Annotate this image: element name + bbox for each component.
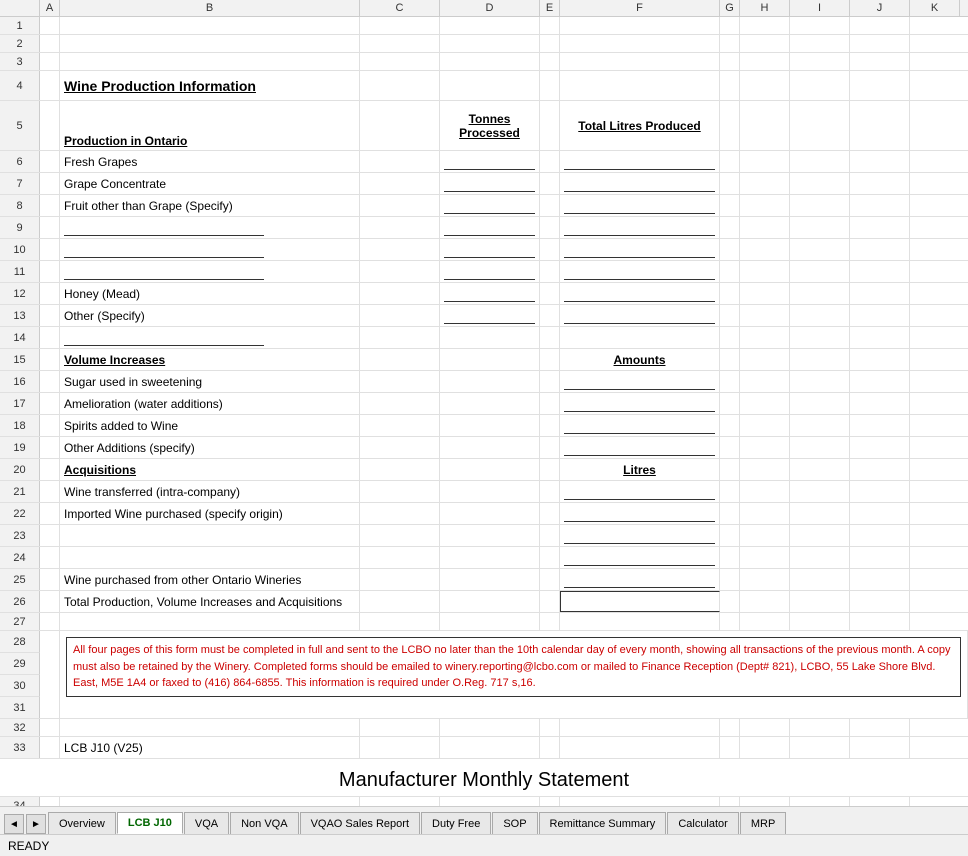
tab-overview[interactable]: Overview xyxy=(48,812,116,834)
table-row: 1 xyxy=(0,17,968,35)
fresh-grapes-label: Fresh Grapes xyxy=(60,151,360,172)
col-header-a: A xyxy=(40,0,60,16)
table-row: 11 xyxy=(0,261,968,283)
tab-non-vqa[interactable]: Non VQA xyxy=(230,812,298,834)
production-ontario-label: Production in Ontario xyxy=(60,101,360,150)
table-row: 4 Wine Production Information xyxy=(0,71,968,101)
tonnes-processed-label: Tonnes Processed xyxy=(440,101,540,150)
form-code-label: LCB J10 (V25) xyxy=(60,737,360,758)
notice-text: All four pages of this form must be comp… xyxy=(66,637,961,697)
table-row: 5 Production in Ontario Tonnes Processed… xyxy=(0,101,968,151)
table-row: 21 Wine transferred (intra-company) xyxy=(0,481,968,503)
amelioration-label: Amelioration (water additions) xyxy=(60,393,360,414)
col-header-k: K xyxy=(910,0,960,16)
tab-sop[interactable]: SOP xyxy=(492,812,537,834)
table-row: 26 Total Production, Volume Increases an… xyxy=(0,591,968,613)
table-row: 19 Other Additions (specify) xyxy=(0,437,968,459)
table-row: 24 xyxy=(0,547,968,569)
other-specify-label: Other (Specify) xyxy=(60,305,360,326)
status-text: READY xyxy=(8,839,49,853)
table-row: 20 Acquisitions Litres xyxy=(0,459,968,481)
table-row: 8 Fruit other than Grape (Specify) xyxy=(0,195,968,217)
wine-transferred-label: Wine transferred (intra-company) xyxy=(60,481,360,502)
column-headers: A B C D E F G H I J K xyxy=(0,0,968,17)
tab-mrp[interactable]: MRP xyxy=(740,812,786,834)
notice-row: 28 29 30 31 All four pages of this form … xyxy=(0,631,968,719)
rows-container: 1 2 3 4 Wine Production Informati xyxy=(0,17,968,806)
table-row: 33 LCB J10 (V25) xyxy=(0,737,968,759)
col-header-h: H xyxy=(740,0,790,16)
page-title: Wine Production Information xyxy=(64,78,256,94)
col-header-b: B xyxy=(60,0,360,16)
row-num-header xyxy=(0,0,40,16)
tab-duty-free[interactable]: Duty Free xyxy=(421,812,491,834)
table-row: 6 Fresh Grapes xyxy=(0,151,968,173)
imported-wine-label: Imported Wine purchased (specify origin) xyxy=(60,503,360,524)
table-row: 2 xyxy=(0,35,968,53)
table-row: 14 xyxy=(0,327,968,349)
total-production-label: Total Production, Volume Increases and A… xyxy=(60,591,360,612)
grape-concentrate-label: Grape Concentrate xyxy=(60,173,360,194)
manufacturer-title-row: Manufacturer Monthly Statement xyxy=(0,759,968,797)
tab-lcb-j10[interactable]: LCB J10 xyxy=(117,812,183,834)
acquisitions-label: Acquisitions xyxy=(60,459,360,480)
table-row: 7 Grape Concentrate xyxy=(0,173,968,195)
table-row: 10 xyxy=(0,239,968,261)
wine-other-wineries-label: Wine purchased from other Ontario Wineri… xyxy=(60,569,360,590)
table-row: 25 Wine purchased from other Ontario Win… xyxy=(0,569,968,591)
table-row: 23 xyxy=(0,525,968,547)
tab-remittance-summary[interactable]: Remittance Summary xyxy=(539,812,667,834)
manufacturer-monthly-title: Manufacturer Monthly Statement xyxy=(339,769,629,791)
table-row: 27 xyxy=(0,613,968,631)
col-header-i: I xyxy=(790,0,850,16)
tab-vqao-sales-report[interactable]: VQAO Sales Report xyxy=(300,812,420,834)
tab-vqa[interactable]: VQA xyxy=(184,812,229,834)
status-bar: READY xyxy=(0,834,968,856)
tab-prev-button[interactable]: ◄ xyxy=(4,814,24,834)
table-row: 22 Imported Wine purchased (specify orig… xyxy=(0,503,968,525)
table-row: 32 xyxy=(0,719,968,737)
col-header-e: E xyxy=(540,0,560,16)
sugar-sweetening-label: Sugar used in sweetening xyxy=(60,371,360,392)
tab-next-button[interactable]: ► xyxy=(26,814,46,834)
volume-increases-label: Volume Increases xyxy=(60,349,360,370)
total-litres-label: Total Litres Produced xyxy=(560,101,720,150)
table-row: 34 xyxy=(0,797,968,806)
litres-label: Litres xyxy=(560,459,720,480)
amounts-label: Amounts xyxy=(560,349,720,370)
col-header-c: C xyxy=(360,0,440,16)
other-additions-label: Other Additions (specify) xyxy=(60,437,360,458)
fruit-other-label: Fruit other than Grape (Specify) xyxy=(60,195,360,216)
col-header-d: D xyxy=(440,0,540,16)
col-header-j: J xyxy=(850,0,910,16)
tab-calculator[interactable]: Calculator xyxy=(667,812,739,834)
table-row: 12 Honey (Mead) xyxy=(0,283,968,305)
table-row: 16 Sugar used in sweetening xyxy=(0,371,968,393)
spreadsheet: A B C D E F G H I J K 1 2 xyxy=(0,0,968,806)
spirits-added-label: Spirits added to Wine xyxy=(60,415,360,436)
honey-mead-label: Honey (Mead) xyxy=(60,283,360,304)
table-row: 13 Other (Specify) xyxy=(0,305,968,327)
table-row: 3 xyxy=(0,53,968,71)
tabs-bar: ◄ ► Overview LCB J10 VQA Non VQA VQAO Sa… xyxy=(0,806,968,834)
table-row: 18 Spirits added to Wine xyxy=(0,415,968,437)
table-row: 15 Volume Increases Amounts xyxy=(0,349,968,371)
col-header-g: G xyxy=(720,0,740,16)
table-row: 17 Amelioration (water additions) xyxy=(0,393,968,415)
total-production-value[interactable] xyxy=(560,591,720,612)
col-header-f: F xyxy=(560,0,720,16)
table-row: 9 xyxy=(0,217,968,239)
